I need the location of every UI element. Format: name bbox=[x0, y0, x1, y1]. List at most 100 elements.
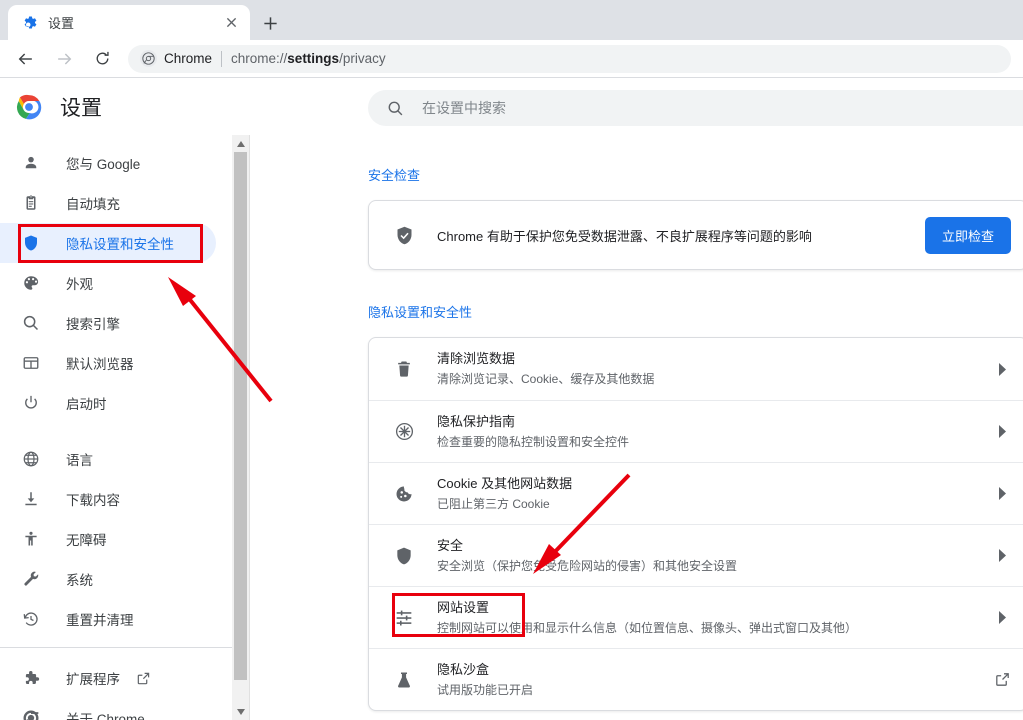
row-subtitle: 已阻止第三方 Cookie bbox=[437, 496, 550, 511]
row-subtitle: 检查重要的隐私控制设置和安全控件 bbox=[437, 434, 630, 449]
sidebar-scrollbar[interactable] bbox=[232, 135, 249, 720]
privacy-guide-icon bbox=[393, 421, 415, 443]
row-text: 隐私沙盒 试用版功能已开启 bbox=[437, 660, 993, 700]
omnibox-url-suffix: /privacy bbox=[339, 51, 386, 66]
search-icon bbox=[386, 99, 404, 117]
sidebar-item-autofill[interactable]: 自动填充 bbox=[0, 183, 216, 223]
sidebar-item-search-engine[interactable]: 搜索引擎 bbox=[0, 303, 216, 343]
sidebar-item-label: 自动填充 bbox=[66, 197, 120, 212]
palette-icon bbox=[21, 273, 41, 293]
search-icon bbox=[21, 313, 41, 333]
address-bar[interactable]: Chrome chrome://settings/privacy bbox=[128, 44, 1011, 73]
chrome-icon bbox=[21, 708, 41, 720]
sidebar-item-label: 下载内容 bbox=[66, 493, 120, 508]
sidebar-item-appearance[interactable]: 外观 bbox=[0, 263, 216, 303]
chrome-logo-icon bbox=[16, 94, 42, 120]
chevron-right-icon bbox=[993, 611, 1011, 624]
sidebar-item-default-browser[interactable]: 默认浏览器 bbox=[0, 343, 216, 383]
row-title: 安全 bbox=[437, 537, 464, 553]
row-title: Cookie 及其他网站数据 bbox=[437, 475, 573, 491]
chevron-right-icon bbox=[993, 362, 1011, 376]
row-subtitle: 清除浏览记录、Cookie、缓存及其他数据 bbox=[437, 372, 655, 386]
scrollbar-thumb[interactable] bbox=[234, 152, 247, 680]
row-privacy-guide[interactable]: 隐私保护指南 检查重要的隐私控制设置和安全控件 bbox=[369, 400, 1023, 462]
sidebar-item-on-startup[interactable]: 启动时 bbox=[0, 383, 216, 423]
row-site-settings[interactable]: 网站设置 控制网站可以使用和显示什么信息（如位置信息、摄像头、弹出式窗口及其他） bbox=[369, 586, 1023, 648]
row-title: 网站设置 bbox=[437, 599, 490, 615]
row-title: 清除浏览数据 bbox=[437, 351, 516, 366]
omnibox-divider bbox=[221, 50, 223, 67]
triangle-down-icon[interactable] bbox=[232, 703, 249, 720]
row-text: 清除浏览数据 清除浏览记录、Cookie、缓存及其他数据 bbox=[437, 349, 993, 389]
browser-toolbar: Chrome chrome://settings/privacy bbox=[0, 40, 1023, 78]
tab-title: 设置 bbox=[48, 16, 75, 31]
sidebar-item-accessibility[interactable]: 无障碍 bbox=[0, 519, 216, 559]
sidebar-item-label: 搜索引擎 bbox=[66, 317, 120, 332]
sidebar-item-label: 重置并清理 bbox=[66, 613, 134, 628]
chrome-icon bbox=[140, 50, 157, 67]
row-security[interactable]: 安全 安全浏览（保护您免受危险网站的侵害）和其他安全设置 bbox=[369, 524, 1023, 586]
download-icon bbox=[21, 489, 41, 509]
sidebar-item-languages[interactable]: 语言 bbox=[0, 439, 216, 479]
sidebar-item-label: 系统 bbox=[66, 573, 93, 588]
sidebar-item-label: 默认浏览器 bbox=[66, 357, 134, 372]
privacy-settings-card: 清除浏览数据 清除浏览记录、Cookie、缓存及其他数据 隐私保护指南 检查重要… bbox=[368, 337, 1023, 711]
triangle-up-icon[interactable] bbox=[232, 135, 249, 152]
sidebar-item-privacy-and-security[interactable]: 隐私设置和安全性 bbox=[0, 223, 216, 263]
sidebar-item-downloads[interactable]: 下载内容 bbox=[0, 479, 216, 519]
puzzle-icon bbox=[21, 668, 41, 688]
row-title: 隐私沙盒 bbox=[437, 661, 490, 677]
close-icon[interactable] bbox=[220, 12, 242, 34]
row-text: 网站设置 控制网站可以使用和显示什么信息（如位置信息、摄像头、弹出式窗口及其他） bbox=[437, 598, 993, 638]
settings-content: 安全检查 Chrome 有助于保护您免受数据泄露、不良扩展程序等问题的影响 立即… bbox=[250, 135, 1023, 720]
person-icon bbox=[21, 153, 41, 173]
chevron-right-icon bbox=[993, 549, 1011, 562]
sidebar-item-system[interactable]: 系统 bbox=[0, 559, 216, 599]
omnibox-url: chrome://settings/privacy bbox=[231, 51, 386, 66]
history-restore-icon bbox=[21, 609, 41, 629]
gear-icon bbox=[22, 15, 38, 31]
external-link-icon bbox=[136, 671, 151, 686]
shield-icon bbox=[393, 545, 415, 567]
globe-icon bbox=[21, 449, 41, 469]
omnibox-url-bold: settings bbox=[287, 51, 340, 66]
sidebar-item-label: 启动时 bbox=[66, 397, 107, 412]
wrench-icon bbox=[21, 569, 41, 589]
row-cookies[interactable]: Cookie 及其他网站数据 已阻止第三方 Cookie bbox=[369, 462, 1023, 524]
sidebar-item-reset-and-cleanup[interactable]: 重置并清理 bbox=[0, 599, 216, 639]
trash-icon bbox=[393, 358, 415, 380]
browser-window-icon bbox=[21, 353, 41, 373]
power-icon bbox=[21, 393, 41, 413]
row-clear-browsing-data[interactable]: 清除浏览数据 清除浏览记录、Cookie、缓存及其他数据 bbox=[369, 338, 1023, 400]
sidebar-item-label: 隐私设置和安全性 bbox=[66, 237, 174, 252]
row-subtitle: 控制网站可以使用和显示什么信息（如位置信息、摄像头、弹出式窗口及其他） bbox=[437, 620, 858, 635]
sidebar-item-extensions[interactable]: 扩展程序 bbox=[0, 658, 216, 698]
sidebar-item-you-and-google[interactable]: 您与 Google bbox=[0, 143, 216, 183]
clipboard-icon bbox=[21, 193, 41, 213]
sidebar-item-label: 语言 bbox=[66, 453, 93, 468]
sidebar-item-label: 外观 bbox=[66, 277, 93, 292]
new-tab-button[interactable] bbox=[256, 9, 284, 37]
privacy-section-title: 隐私设置和安全性 bbox=[368, 305, 473, 320]
sidebar-item-about-chrome[interactable]: 关于 Chrome bbox=[0, 698, 216, 720]
row-privacy-sandbox[interactable]: 隐私沙盒 试用版功能已开启 bbox=[369, 648, 1023, 710]
safety-check-description: Chrome 有助于保护您免受数据泄露、不良扩展程序等问题的影响 bbox=[437, 228, 812, 244]
browser-window: 设置 Chrome chrome://settings/privacy 设置 在… bbox=[0, 0, 1023, 720]
row-subtitle: 试用版功能已开启 bbox=[437, 682, 534, 697]
sidebar-item-label: 关于 Chrome bbox=[66, 712, 145, 720]
omnibox-scheme-label: Chrome bbox=[164, 51, 213, 66]
sidebar-item-label: 您与 Google bbox=[66, 157, 141, 172]
sidebar-item-label: 扩展程序 bbox=[66, 672, 120, 687]
reload-icon[interactable] bbox=[86, 43, 118, 75]
tab-settings[interactable]: 设置 bbox=[8, 5, 250, 40]
arrow-left-icon[interactable] bbox=[10, 43, 42, 75]
sidebar-group-footer: 扩展程序 关于 Chrome bbox=[0, 648, 232, 720]
arrow-right-icon[interactable] bbox=[48, 43, 80, 75]
cookie-icon bbox=[393, 483, 415, 505]
row-subtitle: 安全浏览（保护您免受危险网站的侵害）和其他安全设置 bbox=[437, 558, 738, 573]
safety-check-now-button[interactable]: 立即检查 bbox=[924, 216, 1011, 254]
row-text: 隐私保护指南 检查重要的隐私控制设置和安全控件 bbox=[437, 412, 993, 452]
row-text: 安全 安全浏览（保护您免受危险网站的侵害）和其他安全设置 bbox=[437, 536, 993, 576]
search-input[interactable]: 在设置中搜索 bbox=[368, 90, 1023, 126]
safety-check-card: Chrome 有助于保护您免受数据泄露、不良扩展程序等问题的影响 立即检查 bbox=[368, 200, 1023, 270]
